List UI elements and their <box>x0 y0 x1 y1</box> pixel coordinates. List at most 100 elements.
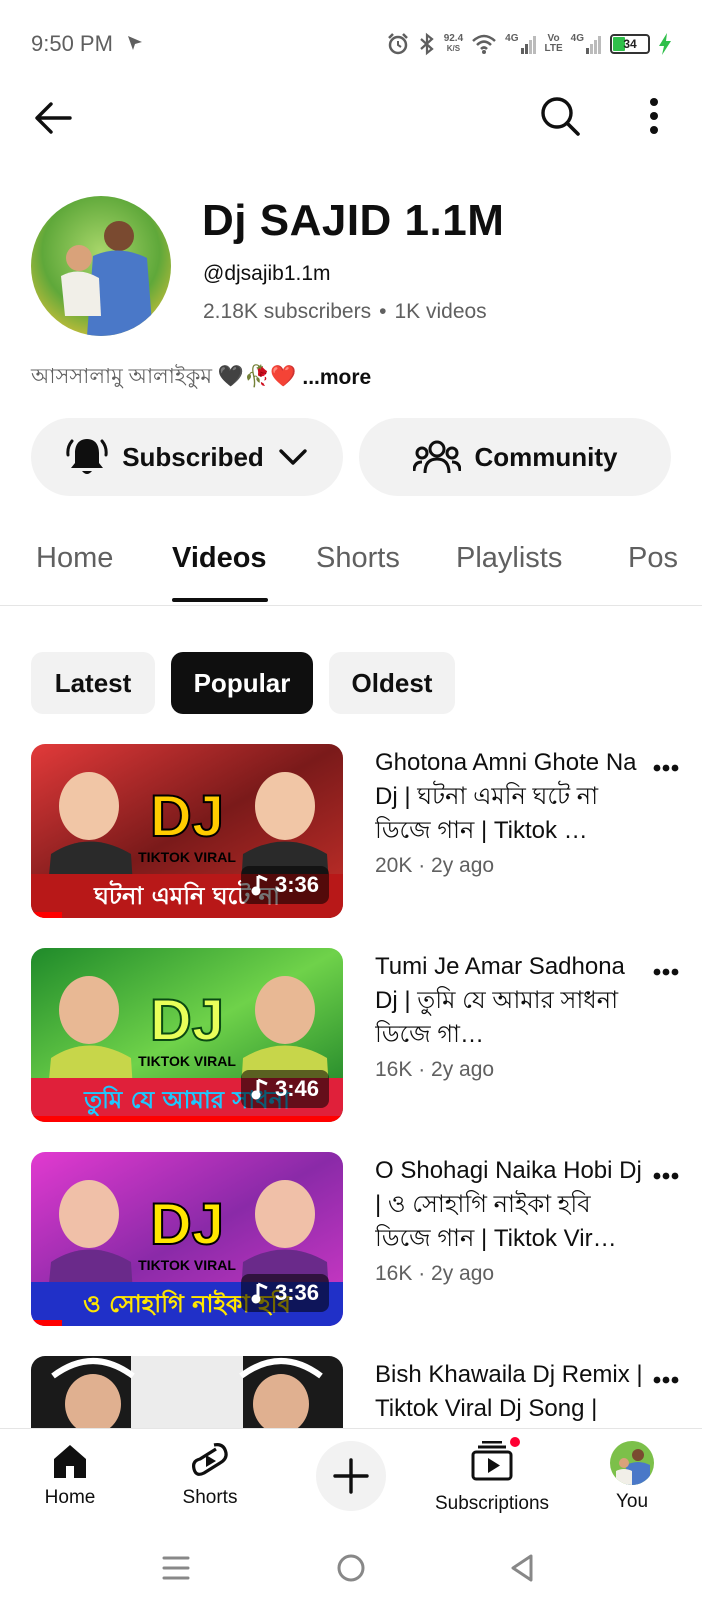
nav-shorts-label: Shorts <box>182 1487 238 1508</box>
alarm-icon <box>387 33 408 55</box>
channel-avatar-image <box>31 196 171 336</box>
chip-latest[interactable]: Latest <box>31 652 155 714</box>
video-title[interactable]: Bish Khawaila Dj Remix | Tiktok Viral Dj… <box>375 1358 647 1428</box>
subscribed-label: Subscribed <box>122 441 264 472</box>
video-thumbnail[interactable] <box>31 1356 343 1428</box>
tab-playlists[interactable]: Playlists <box>456 542 562 575</box>
status-time: 9:50 PM <box>31 31 113 56</box>
shorts-icon <box>192 1443 228 1476</box>
thumbnail-image <box>31 1356 343 1428</box>
circle-home-icon <box>337 1554 365 1582</box>
channel-stats: 2.18K subscribers • 1K videos <box>203 300 487 324</box>
video-count: 1K videos <box>394 300 487 323</box>
duration-badge: 3:46 <box>240 1070 329 1108</box>
video-meta: 16K · 2y ago <box>375 1058 495 1081</box>
video-meta: 16K · 2y ago <box>375 1262 495 1285</box>
more-horiz-icon <box>653 1172 679 1180</box>
video-item[interactable]: DJ TIKTOK VIRAL ও সোহাগি নাইকা হবি 3:36 … <box>0 1152 702 1328</box>
net-speed-unit: K/S <box>446 44 461 53</box>
triangle-back-icon <box>511 1554 533 1582</box>
video-menu-button[interactable] <box>646 952 686 992</box>
music-note-icon <box>251 1282 268 1304</box>
duration-text: 3:46 <box>274 1076 319 1101</box>
signal-bars-icon <box>586 36 601 54</box>
volte-line-2: LTE <box>544 43 563 54</box>
channel-handle: @djsajib1.1m <box>203 262 331 285</box>
nav-subscriptions[interactable]: Subscriptions <box>422 1435 562 1515</box>
top-app-bar <box>0 88 702 148</box>
navigation-arrow-icon <box>128 36 142 50</box>
duration-badge: 3:36 <box>240 1274 329 1312</box>
description-text: আসসালামু আলাইকুম 🖤🥀❤️ <box>31 365 297 388</box>
video-thumbnail[interactable]: DJ TIKTOK VIRAL ও সোহাগি নাইকা হবি 3:36 <box>31 1152 343 1326</box>
status-icons: 92.4 K/S 4G Vo LTE 4G 34 <box>386 28 672 60</box>
network-type-2: 4G <box>570 33 584 44</box>
video-list: DJ TIKTOK VIRAL ঘটনা এমনি ঘটে না 3:36 Gh… <box>0 744 702 1428</box>
signal-2: 4G <box>571 34 602 54</box>
music-note-icon <box>251 1078 268 1100</box>
video-title[interactable]: Tumi Je Amar Sadhona Dj | তুমি যে আমার স… <box>375 950 647 1052</box>
menu-lines-icon <box>162 1556 190 1580</box>
community-button[interactable]: Community <box>359 418 671 496</box>
search-button[interactable] <box>536 92 584 140</box>
back-button[interactable] <box>29 94 77 142</box>
net-speed: 92.4 K/S <box>444 34 463 54</box>
tab-home[interactable]: Home <box>36 542 113 575</box>
video-title[interactable]: O Shohagi Naika Hobi Dj | ও সোহাগি নাইকা… <box>375 1154 647 1256</box>
home-icon <box>54 1445 86 1478</box>
thumb-subtitle: TIKTOK VIRAL <box>138 1053 236 1069</box>
video-title[interactable]: Ghotona Amni Ghote Na Dj | ঘটনা এমনি ঘটে… <box>375 746 647 848</box>
subscriptions-icon-wrap <box>470 1435 522 1487</box>
nav-home[interactable]: Home <box>0 1441 140 1509</box>
channel-name: Dj SAJID 1.1M <box>202 196 505 245</box>
more-vert-icon <box>650 98 658 134</box>
create-button[interactable] <box>316 1441 386 1511</box>
channel-tabs: Home Videos Shorts Playlists Pos <box>0 518 702 606</box>
volte-indicator: Vo LTE <box>545 34 563 54</box>
video-menu-button[interactable] <box>646 1360 686 1400</box>
video-item[interactable]: DJ TIKTOK VIRAL ঘটনা এমনি ঘটে না 3:36 Gh… <box>0 744 702 920</box>
nav-subscriptions-label: Subscriptions <box>434 1493 550 1514</box>
charging-bolt-icon <box>659 33 671 55</box>
nav-you[interactable]: You <box>562 1441 702 1513</box>
network-type-1: 4G <box>505 33 519 44</box>
thumb-title: DJ <box>150 784 224 849</box>
video-thumbnail[interactable]: DJ TIKTOK VIRAL তুমি যে আমার সাধনা 3:46 <box>31 948 343 1122</box>
tab-videos[interactable]: Videos <box>172 542 267 575</box>
watch-progress-bar <box>31 912 63 918</box>
thumb-title: DJ <box>150 988 224 1053</box>
chip-popular[interactable]: Popular <box>171 652 313 714</box>
bluetooth-icon <box>419 32 434 56</box>
video-menu-button[interactable] <box>646 1156 686 1196</box>
video-menu-button[interactable] <box>646 748 686 788</box>
more-horiz-icon <box>653 968 679 976</box>
active-tab-indicator <box>172 598 268 602</box>
tab-shorts[interactable]: Shorts <box>316 542 400 575</box>
nav-shorts[interactable]: Shorts <box>140 1441 280 1509</box>
back-system-button[interactable] <box>502 1548 542 1588</box>
battery-level: 34 <box>623 37 637 51</box>
arrow-left-icon <box>35 102 72 134</box>
more-options-button[interactable] <box>630 92 678 140</box>
channel-description[interactable]: আসসালামু আলাইকুম 🖤🥀❤️ ...more <box>31 360 371 395</box>
video-meta: 20K · 2y ago <box>375 854 495 877</box>
notification-dot <box>508 1435 522 1449</box>
chevron-down-icon <box>279 449 307 465</box>
description-more-link[interactable]: ...more <box>302 366 371 390</box>
community-label: Community <box>474 441 618 472</box>
thumb-subtitle: TIKTOK VIRAL <box>138 849 236 865</box>
video-item[interactable]: DJ TIKTOK VIRAL তুমি যে আমার সাধনা 3:46 … <box>0 948 702 1124</box>
subscriber-count: 2.18K subscribers <box>203 300 372 323</box>
video-item[interactable]: Bish Khawaila Dj Remix | Tiktok Viral Dj… <box>0 1356 702 1428</box>
video-thumbnail[interactable]: DJ TIKTOK VIRAL ঘটনা এমনি ঘটে না 3:36 <box>31 744 343 918</box>
battery-icon: 34 <box>610 34 650 54</box>
subscriptions-icon <box>471 1440 513 1481</box>
subscribed-button[interactable]: Subscribed <box>31 418 343 496</box>
duration-text: 3:36 <box>274 1280 319 1305</box>
channel-avatar[interactable] <box>31 196 171 336</box>
recent-apps-button[interactable] <box>156 1548 196 1588</box>
chip-oldest[interactable]: Oldest <box>329 652 455 714</box>
home-system-button[interactable] <box>331 1548 371 1588</box>
tab-posts[interactable]: Pos <box>628 542 678 575</box>
music-note-icon <box>251 874 268 896</box>
